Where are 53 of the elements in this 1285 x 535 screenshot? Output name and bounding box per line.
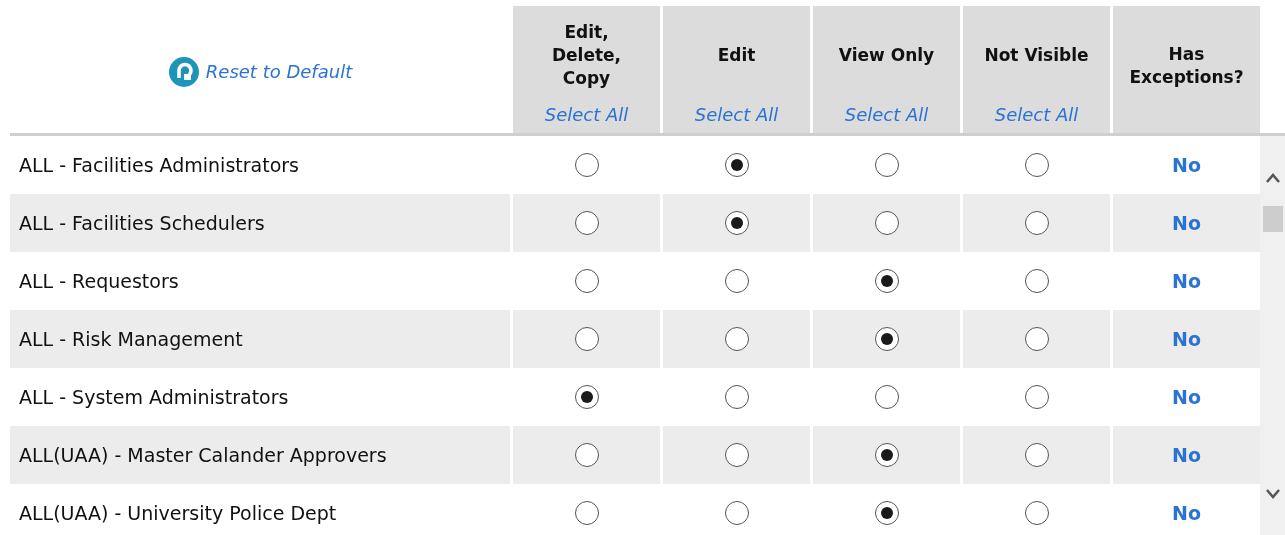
permission-radio[interactable] xyxy=(574,443,599,467)
permission-radio[interactable] xyxy=(1024,153,1049,177)
permission-radio[interactable] xyxy=(724,443,749,467)
scroll-down-icon[interactable] xyxy=(1265,488,1281,500)
reset-to-default-link[interactable]: Reset to Default xyxy=(205,61,353,82)
column-title: Edit, Delete, Copy xyxy=(551,20,622,90)
select-all-link[interactable]: Select All xyxy=(544,104,629,125)
exceptions-link[interactable]: No xyxy=(1172,270,1201,292)
exceptions-link[interactable]: No xyxy=(1172,328,1201,350)
exceptions-link[interactable]: No xyxy=(1172,386,1201,408)
reset-icon[interactable] xyxy=(167,55,200,88)
permission-radio[interactable] xyxy=(724,385,749,409)
select-all-link[interactable]: Select All xyxy=(994,104,1079,125)
permission-radio[interactable] xyxy=(574,269,599,293)
column-title: Has Exceptions? xyxy=(1129,42,1244,89)
permission-radio[interactable] xyxy=(574,501,599,525)
permission-radio[interactable] xyxy=(874,211,899,235)
scroll-up-icon[interactable] xyxy=(1265,172,1281,184)
permission-radio[interactable] xyxy=(574,211,599,235)
permission-radio[interactable] xyxy=(874,385,899,409)
permission-radio[interactable] xyxy=(724,327,749,351)
select-all-link[interactable]: Select All xyxy=(844,104,929,125)
column-title: View Only xyxy=(838,43,935,67)
permission-radio[interactable] xyxy=(874,153,899,177)
permission-radio[interactable] xyxy=(874,443,899,467)
permission-radio[interactable] xyxy=(874,501,899,525)
permission-radio[interactable] xyxy=(574,385,599,409)
exceptions-link[interactable]: No xyxy=(1172,444,1201,466)
permission-radio[interactable] xyxy=(574,327,599,351)
group-name-cell: ALL - Facilities Schedulers xyxy=(10,194,510,252)
permission-radio[interactable] xyxy=(1024,385,1049,409)
select-all-link[interactable]: Select All xyxy=(694,104,779,125)
permission-radio[interactable] xyxy=(1024,211,1049,235)
column-title: Not Visible xyxy=(984,43,1089,67)
exceptions-link[interactable]: No xyxy=(1172,154,1201,176)
permission-radio[interactable] xyxy=(724,501,749,525)
column-title: Edit xyxy=(717,43,756,67)
permission-radio[interactable] xyxy=(724,269,749,293)
permission-radio[interactable] xyxy=(1024,327,1049,351)
permission-radio[interactable] xyxy=(1024,443,1049,467)
permission-radio[interactable] xyxy=(1024,501,1049,525)
permission-radio[interactable] xyxy=(724,153,749,177)
permission-radio[interactable] xyxy=(874,327,899,351)
scrollbar[interactable] xyxy=(1260,136,1285,535)
scroll-thumb[interactable] xyxy=(1263,206,1283,232)
permission-radio[interactable] xyxy=(874,269,899,293)
exceptions-link[interactable]: No xyxy=(1172,212,1201,234)
group-name-cell: ALL(UAA) - Master Calander Approvers xyxy=(10,426,510,484)
group-name-cell: ALL - Risk Management xyxy=(10,310,510,368)
permission-radio[interactable] xyxy=(574,153,599,177)
permission-radio[interactable] xyxy=(724,211,749,235)
permission-radio[interactable] xyxy=(1024,269,1049,293)
exceptions-link[interactable]: No xyxy=(1172,502,1201,524)
